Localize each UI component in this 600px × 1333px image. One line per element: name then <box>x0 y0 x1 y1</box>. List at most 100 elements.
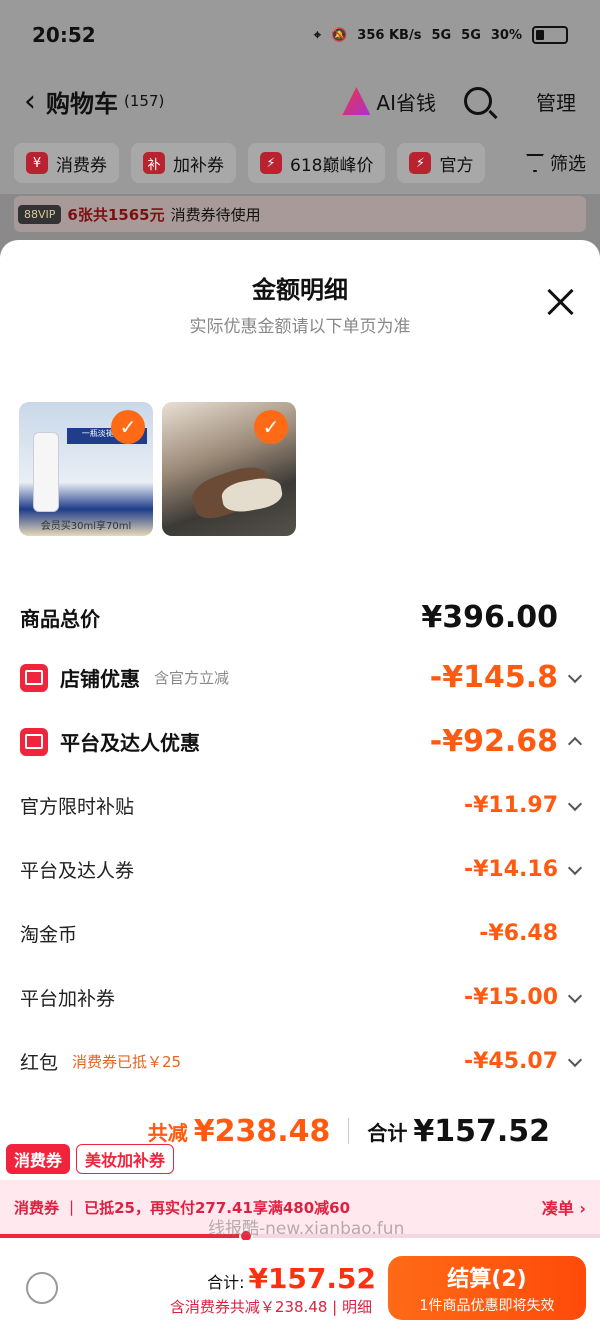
filter-chip-bonus[interactable]: 补加补券 <box>131 143 236 183</box>
chip-label: 618巅峰价 <box>290 155 374 176</box>
check-icon[interactable]: ✓ <box>111 410 145 444</box>
divider <box>348 1118 350 1144</box>
checkout-label: 结算(2) <box>447 1267 527 1292</box>
vip-amount: 6张共1565元 <box>67 205 165 224</box>
checkout-sub: 1件商品优惠即将失效 <box>419 1298 555 1314</box>
row-label: 淘金币 <box>20 924 78 946</box>
ai-save-button[interactable]: AI省钱 <box>342 87 436 116</box>
shop-icon <box>20 663 48 692</box>
signal-2: 5G <box>461 27 481 43</box>
sheet-title: 金额明细 <box>252 276 348 304</box>
row-red-packet[interactable]: 红包 消费券已抵￥25 -¥45.07 <box>20 1048 583 1075</box>
product-thumb-2[interactable]: ✓ <box>162 402 296 536</box>
row-tao-coin: 淘金币 -¥6.48 <box>20 920 580 947</box>
coupon-icon <box>20 727 48 756</box>
detail-link[interactable]: 含消费券共减￥238.48 | 明细 <box>170 1296 372 1317</box>
chip-label: 加补券 <box>173 155 224 176</box>
bottom-bar: 合计: ¥157.52 含消费券共减￥238.48 | 明细 结算(2) 1件商… <box>0 1240 600 1333</box>
row-label: 商品总价 <box>20 607 100 631</box>
row-official-subsidy[interactable]: 官方限时补贴 -¥11.97 <box>20 792 583 819</box>
row-value: -¥145.8 <box>429 660 558 695</box>
row-label: 官方限时补贴 <box>20 796 135 818</box>
chevron-down-icon[interactable] <box>567 1052 583 1067</box>
filter-label: 筛选 <box>550 154 586 175</box>
chip-label: 消费券 <box>56 155 107 176</box>
vip-text: 消费券待使用 <box>170 205 261 224</box>
row-label: 红包 <box>20 1052 59 1074</box>
cart-count: (157) <box>124 92 165 110</box>
status-bar: 20:52 ⌖ 🔕 356 KB/s 5G 5G 30% <box>0 0 600 70</box>
ai-save-label: AI省钱 <box>376 90 436 115</box>
filter-chip-coupon[interactable]: ¥ 消费券 <box>14 143 119 183</box>
manage-button[interactable]: 管理 <box>536 87 576 116</box>
row-value: -¥45.07 <box>463 1049 558 1074</box>
filter-button[interactable]: 筛选 <box>520 150 586 176</box>
bonus-icon: 补 <box>143 152 165 174</box>
mute-icon: 🔕 <box>331 27 348 43</box>
product-bottle <box>33 432 59 512</box>
amount-detail-sheet: 金额明细 实际优惠金额请以下单页为准 一瓶淡褪 斑点 ✓ 会员买30ml享70m… <box>0 240 600 1333</box>
bottom-total-value: ¥157.52 <box>248 1262 376 1295</box>
row-value: -¥92.68 <box>429 724 558 759</box>
row-sub: 含官方立减 <box>154 669 230 687</box>
tag-coupon[interactable]: 消费券 <box>6 1144 71 1174</box>
add-items-link[interactable]: 凑单 › <box>542 1195 586 1219</box>
row-label: 平台加补券 <box>20 988 116 1010</box>
status-time: 20:52 <box>32 23 96 47</box>
check-icon[interactable]: ✓ <box>254 410 288 444</box>
chevron-down-icon[interactable] <box>567 988 583 1003</box>
bottom-total-label: 合计: <box>207 1273 245 1292</box>
promo-divider: | <box>69 1198 75 1216</box>
tag-row: 消费券 美妆加补券 <box>6 1144 175 1174</box>
row-label: 平台及达人优惠 <box>60 731 200 755</box>
signal-1: 5G <box>431 27 452 43</box>
thumb-caption: 会员买30ml享70ml <box>40 521 132 532</box>
row-platform-coupon[interactable]: 平台及达人券 -¥14.16 <box>20 856 583 883</box>
row-label: 店铺优惠 <box>60 667 140 691</box>
filter-row: ¥ 消费券 补加补券 ⚡ 618巅峰价 ⚡ 官方 筛选 <box>0 132 600 194</box>
reduce-label: 共减 <box>147 1120 188 1145</box>
lightning-icon: ⚡ <box>260 152 282 174</box>
cart-header: ‹ 购物车 (157) AI省钱 管理 <box>0 70 600 132</box>
filter-chip-618[interactable]: ⚡ 618巅峰价 <box>248 143 386 183</box>
filter-chip-official[interactable]: ⚡ 官方 <box>397 143 486 183</box>
sum-value: ¥157.52 <box>413 1113 550 1149</box>
funnel-icon <box>526 154 544 172</box>
product-thumb-1[interactable]: 一瓶淡褪 斑点 ✓ 会员买30ml享70ml <box>19 402 153 536</box>
reduce-value: ¥238.48 <box>193 1113 331 1149</box>
row-value: ¥396.00 <box>421 600 558 635</box>
row-value: -¥11.97 <box>463 793 558 818</box>
battery-icon <box>532 26 568 44</box>
sum-label: 合计 <box>367 1120 408 1145</box>
chip-label: 官方 <box>439 155 474 176</box>
bottom-total: 合计: ¥157.52 <box>207 1262 376 1295</box>
row-sub: 消费券已抵￥25 <box>72 1053 182 1071</box>
chevron-down-icon[interactable] <box>567 668 583 683</box>
row-shop-discount[interactable]: 店铺优惠 含官方立减 -¥145.8 <box>20 660 583 695</box>
back-icon[interactable]: ‹ <box>24 84 36 119</box>
chevron-down-icon[interactable] <box>567 796 583 811</box>
vip-tag: 88VIP <box>18 204 62 224</box>
watermark: 线报酷-new.xianbao.fun <box>208 1219 405 1239</box>
lightning-icon: ⚡ <box>409 152 432 174</box>
row-value: -¥14.16 <box>463 857 558 882</box>
chevron-down-icon[interactable] <box>567 860 583 875</box>
row-platform-bonus[interactable]: 平台加补券 -¥15.00 <box>20 984 583 1011</box>
row-platform-discount[interactable]: 平台及达人优惠 -¥92.68 <box>20 724 583 759</box>
vip-banner[interactable]: 88VIP 6张共1565元 消费券待使用 <box>14 196 586 232</box>
sheet-subtitle: 实际优惠金额请以下单页为准 <box>189 317 411 337</box>
tag-beauty-bonus[interactable]: 美妆加补券 <box>76 1144 175 1174</box>
search-icon[interactable] <box>464 87 492 115</box>
net-speed: 356 KB/s <box>357 27 422 43</box>
promo-label: 消费券 <box>14 1198 60 1217</box>
checkout-button[interactable]: 结算(2) 1件商品优惠即将失效 <box>388 1256 586 1320</box>
battery-percent: 30% <box>490 27 522 43</box>
row-label: 平台及达人券 <box>20 860 135 882</box>
ai-icon <box>342 87 371 115</box>
chevron-up-icon[interactable] <box>567 736 583 751</box>
cart-title: 购物车 <box>46 89 118 118</box>
row-value: -¥15.00 <box>463 985 558 1010</box>
select-all-radio[interactable] <box>26 1272 58 1304</box>
row-goods-total: 商品总价 ¥396.00 <box>20 600 580 635</box>
close-icon[interactable] <box>546 288 574 316</box>
